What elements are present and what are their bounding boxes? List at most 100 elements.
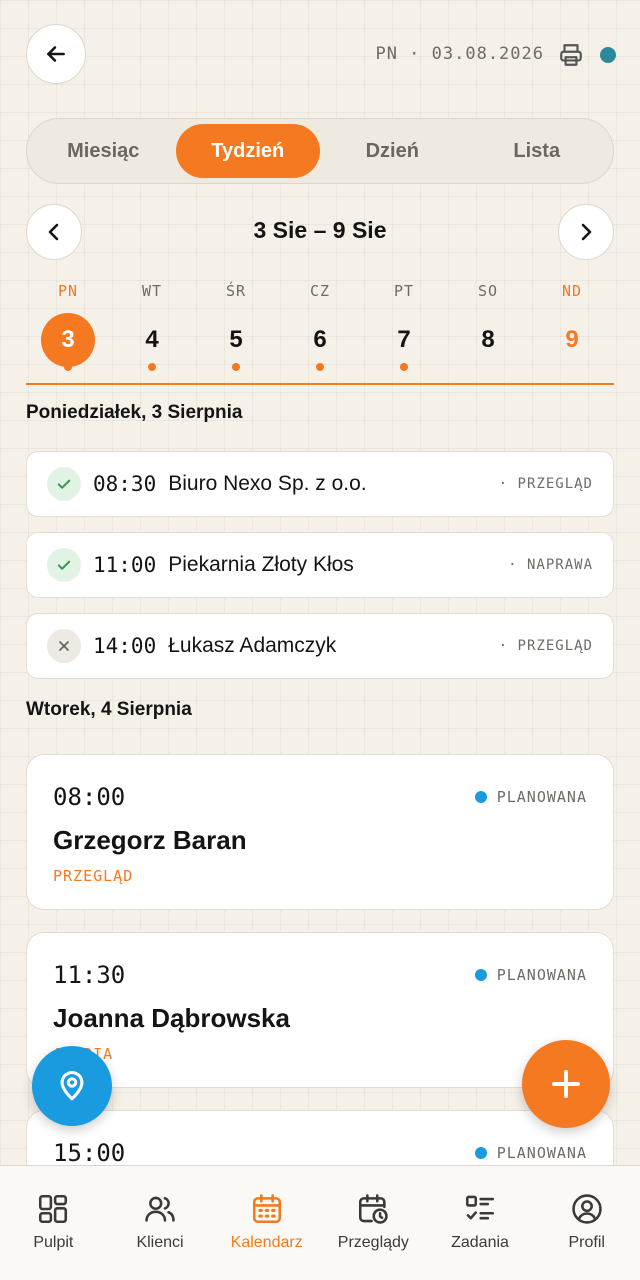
week-range-label: 3 Sie – 9 Sie (253, 217, 387, 243)
calendar-clock-icon (359, 1194, 389, 1224)
event-indicator-dot (64, 363, 72, 371)
completed-status (47, 548, 81, 582)
plus-icon (552, 1070, 580, 1098)
visit-client: Joanna Dąbrowska (53, 1003, 290, 1033)
users-icon (145, 1196, 175, 1222)
visit-time: 11:30 (53, 961, 126, 989)
nav-item-clients[interactable]: Klienci (107, 1166, 214, 1280)
day-name: ŚR (225, 282, 247, 300)
cancelled-status (47, 629, 81, 663)
week-days-strip: PN 3 WT 4 ŚR 5 CZ 6 PT 7 SO 8 ND 9 (26, 278, 614, 378)
day-tuesday[interactable]: WT 4 (110, 278, 194, 378)
visit-type: · PRZEGLĄD (498, 638, 593, 654)
day-name: ND (561, 282, 583, 300)
task-list-icon (465, 1195, 495, 1220)
day-wednesday[interactable]: ŚR 5 (194, 278, 278, 378)
section-title-tuesday: Wtorek, 4 Sierpnia (26, 699, 192, 720)
day-thursday[interactable]: CZ 6 (278, 278, 362, 378)
day-name: WT (141, 282, 163, 300)
day-monday[interactable]: PN 3 (26, 278, 110, 378)
visit-status: PLANOWANA (474, 966, 587, 984)
visit-card[interactable]: 11:00 Piekarnia Złoty Kłos · NAPRAWA (26, 532, 614, 598)
user-circle-icon (571, 1194, 602, 1224)
status-dot (474, 1147, 487, 1159)
day-sunday[interactable]: ND 9 (530, 278, 614, 378)
day-number: 8 (481, 326, 495, 353)
day-name: CZ (309, 282, 331, 300)
visit-time: 14:00 (93, 634, 157, 658)
arrow-left-icon (47, 46, 65, 62)
view-switcher: Miesiąc Tydzień Dzień Lista (26, 118, 614, 184)
dashboard-icon (39, 1194, 68, 1224)
day-number: 5 (229, 326, 243, 353)
chevron-right-icon (581, 223, 592, 241)
calendar-icon (252, 1194, 281, 1224)
add-visit-button[interactable] (522, 1040, 610, 1128)
back-button[interactable] (26, 24, 86, 84)
status-label: PLANOWANA (496, 966, 587, 984)
nav-label: Klienci (136, 1234, 184, 1251)
visit-client: Grzegorz Baran (53, 825, 247, 855)
tab-day[interactable]: Dzień (320, 124, 465, 178)
day-number: 4 (145, 326, 159, 353)
nav-item-dashboard[interactable]: Pulpit (0, 1166, 107, 1280)
status-label: PLANOWANA (496, 788, 587, 806)
nav-label: Profil (568, 1234, 605, 1251)
nav-label: Pulpit (33, 1234, 74, 1251)
visit-card[interactable]: 08:00 PLANOWANA Grzegorz Baran PRZEGLĄD (26, 754, 614, 910)
day-saturday[interactable]: SO 8 (446, 278, 530, 378)
visit-card[interactable]: 14:00 Łukasz Adamczyk · PRZEGLĄD (26, 613, 614, 679)
visit-client: Łukasz Adamczyk (168, 634, 337, 657)
day-number: 9 (565, 326, 579, 353)
event-indicator-dot (232, 363, 240, 371)
nav-label: Zadania (451, 1234, 509, 1251)
nav-label: Przeglądy (337, 1234, 409, 1251)
section-title-monday: Poniedziałek, 3 Sierpnia (26, 402, 243, 423)
check-icon (57, 560, 71, 570)
header-date: PN · 03.08.2026 (375, 44, 544, 64)
status-label: PLANOWANA (496, 1144, 587, 1162)
day-name: SO (477, 282, 499, 300)
visit-time: 11:00 (93, 553, 157, 577)
nav-label: Kalendarz (230, 1234, 303, 1251)
event-indicator-dot (316, 363, 324, 371)
status-dot (474, 969, 487, 981)
visit-card[interactable]: 08:30 Biuro Nexo Sp. z o.o. · PRZEGLĄD (26, 451, 614, 517)
day-number: 3 (41, 313, 95, 367)
visit-type: · NAPRAWA (508, 557, 593, 573)
day-number: 6 (313, 326, 327, 353)
close-icon (59, 641, 69, 651)
event-indicator-dot (148, 363, 156, 371)
visit-client: Biuro Nexo Sp. z o.o. (168, 472, 367, 495)
next-week-button[interactable] (558, 204, 614, 260)
day-number: 7 (397, 326, 411, 353)
visit-type: PRZEGLĄD (53, 867, 134, 885)
day-friday[interactable]: PT 7 (362, 278, 446, 378)
tab-list[interactable]: Lista (465, 124, 610, 178)
tab-month[interactable]: Miesiąc (31, 124, 176, 178)
map-button[interactable] (32, 1046, 112, 1126)
visit-time: 08:30 (93, 472, 157, 496)
visit-time: 08:00 (53, 783, 126, 811)
visit-status: PLANOWANA (474, 788, 587, 806)
printer-icon[interactable] (558, 42, 584, 68)
check-icon (57, 479, 71, 489)
nav-item-inspections[interactable]: Przeglądy (320, 1166, 427, 1280)
nav-item-calendar[interactable]: Kalendarz (213, 1166, 320, 1280)
bottom-navigation: Pulpit Klienci Kalendarz Przeglądy Zadan… (0, 1165, 640, 1280)
day-name: PN (57, 282, 79, 300)
day-name: PT (393, 282, 415, 300)
visit-status: PLANOWANA (474, 1144, 587, 1162)
visit-type: · PRZEGLĄD (498, 476, 593, 492)
tab-week[interactable]: Tydzień (175, 124, 320, 178)
visit-time: 15:00 (53, 1139, 126, 1167)
sync-status-dot (600, 47, 616, 63)
completed-status (47, 467, 81, 501)
map-pin-icon (60, 1070, 84, 1101)
nav-item-profile[interactable]: Profil (533, 1166, 640, 1280)
event-indicator-dot (400, 363, 408, 371)
status-dot (474, 791, 487, 803)
nav-item-tasks[interactable]: Zadania (427, 1166, 534, 1280)
visit-client: Piekarnia Złoty Kłos (168, 553, 354, 576)
days-divider (26, 383, 614, 385)
